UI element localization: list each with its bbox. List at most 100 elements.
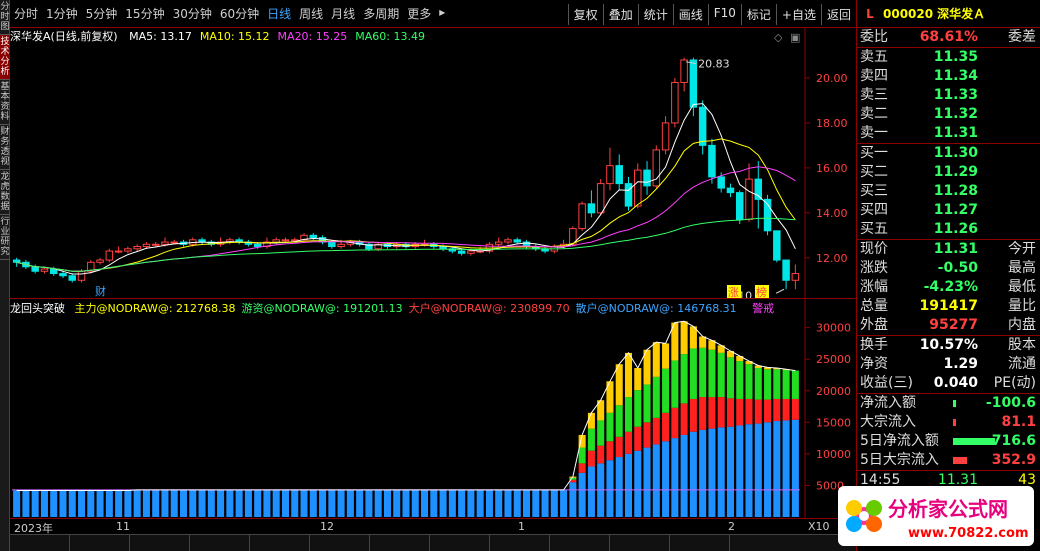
flow-bar-1 [953,400,956,407]
stack-bar-segment [133,489,141,517]
period-tab-4[interactable]: 15分钟 [121,5,168,22]
ma-line-2 [16,138,796,272]
stack-bar-segment [754,399,762,424]
period-tab-6[interactable]: 60分钟 [216,5,263,22]
stack-bar-segment [773,421,781,517]
toolbar-button-6[interactable]: 标记 [740,4,776,25]
buy-level-2: 买二 11.29 [857,163,1040,182]
bottom-tab-1[interactable] [10,535,70,551]
stat-5-right: 内盘 [1008,317,1036,333]
period-tab-1[interactable]: 分时 [10,5,42,22]
stock-name[interactable]: 深华发Ａ [937,5,985,22]
flow-label-3: 5日净流入额 [860,433,939,449]
candle-down [773,230,781,261]
stack-bar-segment [198,489,206,517]
stack-bar-segment [587,428,595,451]
bottom-tab-3[interactable] [130,535,190,551]
left-tab-3[interactable]: 基本资料 [0,80,10,125]
stack-bar-segment [615,436,623,458]
stack-bar-segment [671,360,679,408]
quote-panel: L 000020 深华发Ａ 委比 68.61% 委差 卖五 11.35 卖四 11.3… [856,0,1040,551]
indicator-envelope [16,320,796,491]
stack-bar-segment [652,376,660,418]
left-tab-6[interactable]: 行业研究 [0,215,10,260]
left-tab-4[interactable]: 财务透视 [0,125,10,170]
buy-level-1: 买一 11.30 [857,144,1040,163]
stack-bar-segment [578,472,586,517]
bottom-tab-7[interactable] [370,535,430,551]
stack-bar-segment [736,425,744,517]
stack-bar-segment [773,398,781,422]
period-tab-11[interactable]: 更多 [403,5,435,22]
stack-bar-segment [745,364,753,399]
chart-title: 深华发A(日线,前复权) [10,30,118,43]
fund-1-label: 换手 [860,337,888,353]
low-pointer [775,288,785,294]
toolbar-button-5[interactable]: F10 [707,4,741,25]
left-tab-2[interactable]: 技术分析 [0,35,10,80]
indicator-canvas[interactable]: 30000250002000015000100005000 [10,299,856,519]
left-tab-1[interactable]: 分时图 [0,0,10,35]
bottom-tab-5[interactable] [250,535,310,551]
indicator-pane[interactable]: 30000 25000 20000 15000 10000 5000 龙回头突破 主力@N… [10,298,856,519]
stack-bar-segment [383,489,391,517]
stat-2-label: 涨跌 [860,260,888,276]
stat-4-value: 191417 [919,298,978,314]
more-arrow-icon[interactable]: ▸ [435,5,449,22]
toolbar-button-2[interactable]: 叠加 [602,4,638,25]
candle-down [643,169,651,187]
candle-down [309,234,318,239]
stack-bar-segment [736,361,744,399]
period-tab-2[interactable]: 1分钟 [42,5,82,22]
bottom-tab-10[interactable] [550,535,610,551]
stat-2-right: 最高 [1008,260,1036,276]
toolbar-button-1[interactable]: 复权 [567,4,603,25]
stack-bar-segment [152,489,160,517]
stock-code[interactable]: 000020 [883,7,933,21]
event-marker-2: 涨 [728,286,739,298]
period-tab-8[interactable]: 周线 [295,5,327,22]
toolbar-button-7[interactable]: +自选 [775,4,821,25]
period-tab-9[interactable]: 月线 [327,5,359,22]
indicator-legend: 龙回头突破 主力@NODRAW@: 212768.38 游资@NODRAW@: 1… [10,300,780,315]
period-tab-10[interactable]: 多周期 [359,5,403,22]
stack-bar-segment [115,490,123,517]
period-tab-3[interactable]: 5分钟 [82,5,122,22]
period-tab-7[interactable]: 日线 [263,5,295,22]
bottom-tab-9[interactable] [490,535,550,551]
stack-bar-segment [726,398,734,427]
candle-down [624,183,633,207]
toolbar-button-8[interactable]: 返回 [820,4,856,25]
stack-bar-segment [272,489,280,517]
bottom-tab-8[interactable] [430,535,490,551]
kline-chart[interactable]: 20.00 18.00 16.00 14.00 12.00 20.83 10.63 财涨榜 ◇ ▣… [10,28,856,298]
bottom-tab-2[interactable] [70,535,130,551]
bottom-tab-12[interactable] [670,535,730,551]
left-tab-5[interactable]: 龙虎数据 [0,170,10,215]
stack-bar-segment [680,321,688,355]
stat-2: 涨跌 -0.50 最高 [857,259,1040,278]
sell-level-1: 卖一 11.31 [857,124,1040,143]
stack-bar-segment [791,398,799,420]
bottom-tab-6[interactable] [310,535,370,551]
flow-label-1: 净流入额 [860,395,916,411]
candle-down [68,275,77,281]
toolbar-button-4[interactable]: 画线 [672,4,708,25]
kline-canvas[interactable]: 20.0018.0016.0014.0012.0020.8310.63财涨榜◇ ▣ [10,28,856,298]
period-selector: 分时 1分钟 5分钟 15分钟 30分钟 60分钟 日线 周线 月线 多周期 更多 ▸ [10,5,449,22]
ma-value-1: MA5: 13.17 [129,30,192,43]
sell-level-4-value: 11.34 [933,68,978,84]
stack-bar-segment [624,453,633,517]
buy-level-1-value: 11.30 [933,145,978,161]
weibi-label: 委比 [860,29,888,45]
candle-down [587,203,596,214]
y-tick-label-3: 16.00 [816,162,848,175]
candle-up [170,241,178,244]
stack-bar-segment [791,419,799,517]
period-tab-5[interactable]: 30分钟 [169,5,216,22]
toolbar-button-3[interactable]: 统计 [637,4,673,25]
bottom-tab-11[interactable] [610,535,670,551]
stack-bar-segment [476,489,484,517]
buy-orders: 买一 11.30 买二 11.29 买三 11.28 买四 11.27 买五 11.26 [857,144,1040,239]
bottom-tab-4[interactable] [190,535,250,551]
